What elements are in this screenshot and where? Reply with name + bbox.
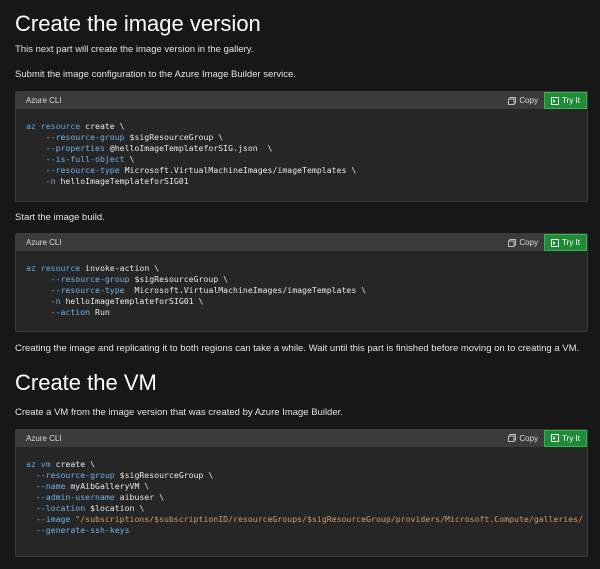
code-block-header: Azure CLI Copy Try It bbox=[16, 92, 587, 110]
try-it-label: Try It bbox=[562, 238, 580, 248]
code-line: --name myAibGalleryVM \ bbox=[26, 480, 150, 491]
code-line: --resource-type Microsoft.VirtualMachine… bbox=[26, 285, 367, 296]
code-line: az resource invoke-action \ bbox=[26, 263, 160, 274]
try-it-button[interactable]: Try It bbox=[544, 234, 587, 252]
language-label: Azure CLI bbox=[26, 433, 62, 443]
code-line: --action Run bbox=[26, 307, 110, 318]
code-line: az vm create \ bbox=[26, 458, 96, 469]
code-line: --image "/subscriptions/$subscriptionID/… bbox=[26, 513, 584, 524]
copy-button[interactable]: Copy bbox=[502, 92, 544, 109]
code-line: --resource-type Microsoft.VirtualMachine… bbox=[26, 165, 357, 176]
code-line: --generate-ssh-keys bbox=[26, 524, 130, 535]
code-block-vm-create: Azure CLI Copy Try It az vm create \ --r… bbox=[15, 428, 588, 557]
code-line: --admin-username aibuser \ bbox=[26, 491, 165, 502]
try-it-icon bbox=[551, 96, 560, 105]
code-actions: Copy Try It bbox=[502, 234, 587, 252]
copy-label: Copy bbox=[519, 433, 539, 443]
create-vm-text: Create a VM from the image version that … bbox=[15, 406, 343, 418]
code-line: -n helloImageTemplateforSIG01 \ bbox=[26, 296, 204, 307]
code-actions: Copy Try It bbox=[502, 429, 587, 447]
article: Create the image version This next part … bbox=[0, 0, 600, 557]
copy-button[interactable]: Copy bbox=[502, 430, 544, 447]
intro-text: This next part will create the image ver… bbox=[15, 44, 254, 56]
copy-button[interactable]: Copy bbox=[502, 234, 544, 251]
code-line: --is-full-object \ bbox=[26, 154, 135, 165]
code-block-invoke-action: Azure CLI Copy Try It az resource invoke… bbox=[15, 233, 588, 333]
code-content: az resource create \ --resource-group $s… bbox=[16, 109, 587, 201]
copy-label: Copy bbox=[519, 238, 539, 248]
start-build-text: Start the image build. bbox=[15, 212, 105, 224]
code-line: --location $location \ bbox=[26, 502, 145, 513]
code-block-header: Azure CLI Copy Try It bbox=[16, 234, 587, 252]
submit-text: Submit the image configuration to the Az… bbox=[15, 69, 296, 81]
try-it-icon bbox=[551, 238, 560, 247]
copy-icon bbox=[508, 96, 517, 105]
try-it-label: Try It bbox=[562, 96, 580, 106]
try-it-button[interactable]: Try It bbox=[544, 92, 587, 110]
copy-icon bbox=[508, 434, 517, 443]
code-actions: Copy Try It bbox=[502, 92, 587, 110]
code-line: --resource-group $sigResourceGroup \ bbox=[26, 132, 224, 143]
code-content: az vm create \ --resource-group $sigReso… bbox=[16, 447, 587, 556]
code-line: --resource-group $sigResourceGroup \ bbox=[26, 274, 229, 285]
section-heading-create-vm: Create the VM bbox=[15, 370, 157, 396]
try-it-label: Try It bbox=[562, 433, 580, 443]
code-content: az resource invoke-action \ --resource-g… bbox=[16, 251, 587, 331]
code-line: --properties @helloImageTemplateforSIG.j… bbox=[26, 143, 273, 154]
try-it-icon bbox=[551, 434, 560, 443]
code-line: az resource create \ bbox=[26, 121, 125, 132]
language-label: Azure CLI bbox=[26, 96, 62, 106]
code-line: -n helloImageTemplateforSIG01 bbox=[26, 176, 189, 187]
code-block-header: Azure CLI Copy Try It bbox=[16, 429, 587, 447]
section-heading-image-version: Create the image version bbox=[15, 11, 261, 36]
try-it-button[interactable]: Try It bbox=[544, 429, 587, 447]
code-block-resource-create: Azure CLI Copy Try It az resource create… bbox=[15, 91, 588, 203]
code-line: --resource-group $sigResourceGroup \ bbox=[26, 469, 214, 480]
note-text: Creating the image and replicating it to… bbox=[15, 343, 580, 355]
copy-label: Copy bbox=[519, 96, 539, 106]
copy-icon bbox=[508, 238, 517, 247]
language-label: Azure CLI bbox=[26, 238, 62, 248]
